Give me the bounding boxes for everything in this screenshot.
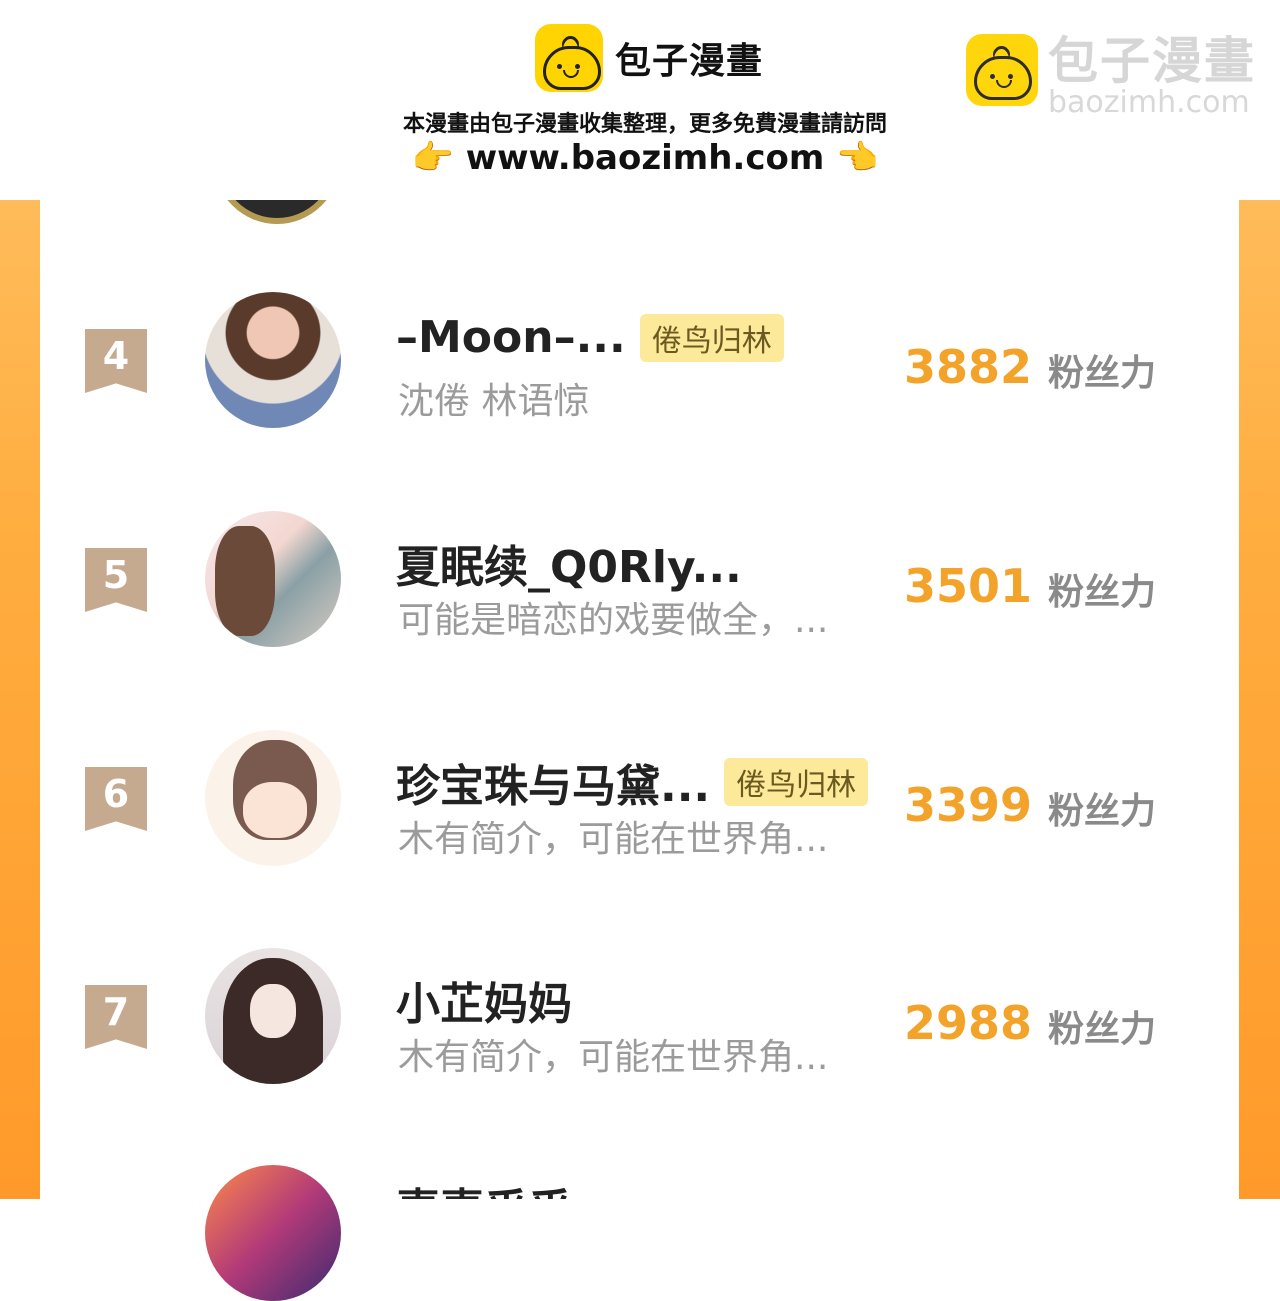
watermark-logo: 包子漫畫 baozimh.com	[966, 34, 1256, 118]
rank-badge: 7	[85, 985, 147, 1049]
user-bio: 木有简介，可能在世界角...	[398, 819, 829, 860]
user-name[interactable]: 珍宝珠与马黛...	[396, 750, 710, 814]
baozi-logo-icon	[535, 24, 603, 92]
user-bio: 可能是暗恋的戏要做全，...	[398, 600, 829, 641]
user-name[interactable]: 小芷妈妈	[396, 968, 572, 1032]
avatar[interactable]	[205, 511, 341, 647]
pointing-right-hand-icon: 👉	[411, 138, 454, 178]
list-item[interactable]: 7 小芷妈妈 木有简介，可能在世界角... 2988 粉丝力	[0, 948, 1280, 1088]
site-url-row[interactable]: 👉 www.baozimh.com 👈	[0, 138, 1280, 178]
fan-score: 3399	[903, 778, 1032, 832]
brand-name: 包子漫畫	[615, 41, 764, 82]
fan-score-unit: 粉丝力	[1048, 353, 1157, 394]
rank-badge: 5	[85, 548, 147, 612]
fan-score-unit: 粉丝力	[1048, 1009, 1157, 1050]
watermark-url: baozimh.com	[1048, 85, 1250, 120]
baozi-watermark-icon	[966, 34, 1038, 106]
list-item[interactable]: 5 夏眠续_Q0Rly... 可能是暗恋的戏要做全，... 3501 粉丝力	[0, 511, 1280, 651]
watermark-banner: 包子漫畫 本漫畫由包子漫畫收集整理，更多免費漫畫請訪問 👉 www.baozim…	[0, 0, 1280, 200]
fan-score: 2988	[903, 996, 1032, 1050]
pointing-left-hand-icon: 👈	[836, 138, 879, 178]
avatar-rank-8-partial[interactable]	[205, 1165, 341, 1301]
rank-badge: 6	[85, 767, 147, 831]
avatar[interactable]	[205, 730, 341, 866]
fan-score: 3882	[903, 340, 1032, 394]
fan-score-unit: 粉丝力	[1048, 572, 1157, 613]
avatar[interactable]	[205, 292, 341, 428]
fan-tag: 倦鸟归林	[639, 313, 784, 362]
site-url[interactable]: www.baozimh.com	[466, 138, 825, 178]
user-name[interactable]: –Moon–...	[396, 312, 626, 363]
avatar[interactable]	[205, 948, 341, 1084]
user-bio: 木有简介，可能在世界角...	[398, 1037, 829, 1078]
list-item[interactable]: 6 珍宝珠与马黛... 倦鸟归林 木有简介，可能在世界角... 3399 粉丝力	[0, 730, 1280, 870]
user-name-partial[interactable]: 喜喜乎乎	[396, 1178, 596, 1199]
user-bio: 沈倦 林语惊	[398, 381, 590, 422]
fan-score: 3501	[903, 559, 1032, 613]
rank-badge: 4	[85, 329, 147, 393]
user-name[interactable]: 夏眠续_Q0Rly...	[396, 531, 742, 595]
list-item[interactable]: 4 –Moon–... 倦鸟归林 沈倦 林语惊 3882 粉丝力	[0, 292, 1280, 432]
brand-logo: 包子漫畫	[535, 24, 763, 92]
watermark-name: 包子漫畫	[1048, 32, 1256, 90]
fan-score-unit: 粉丝力	[1048, 791, 1157, 832]
fan-tag: 倦鸟归林	[724, 758, 869, 806]
